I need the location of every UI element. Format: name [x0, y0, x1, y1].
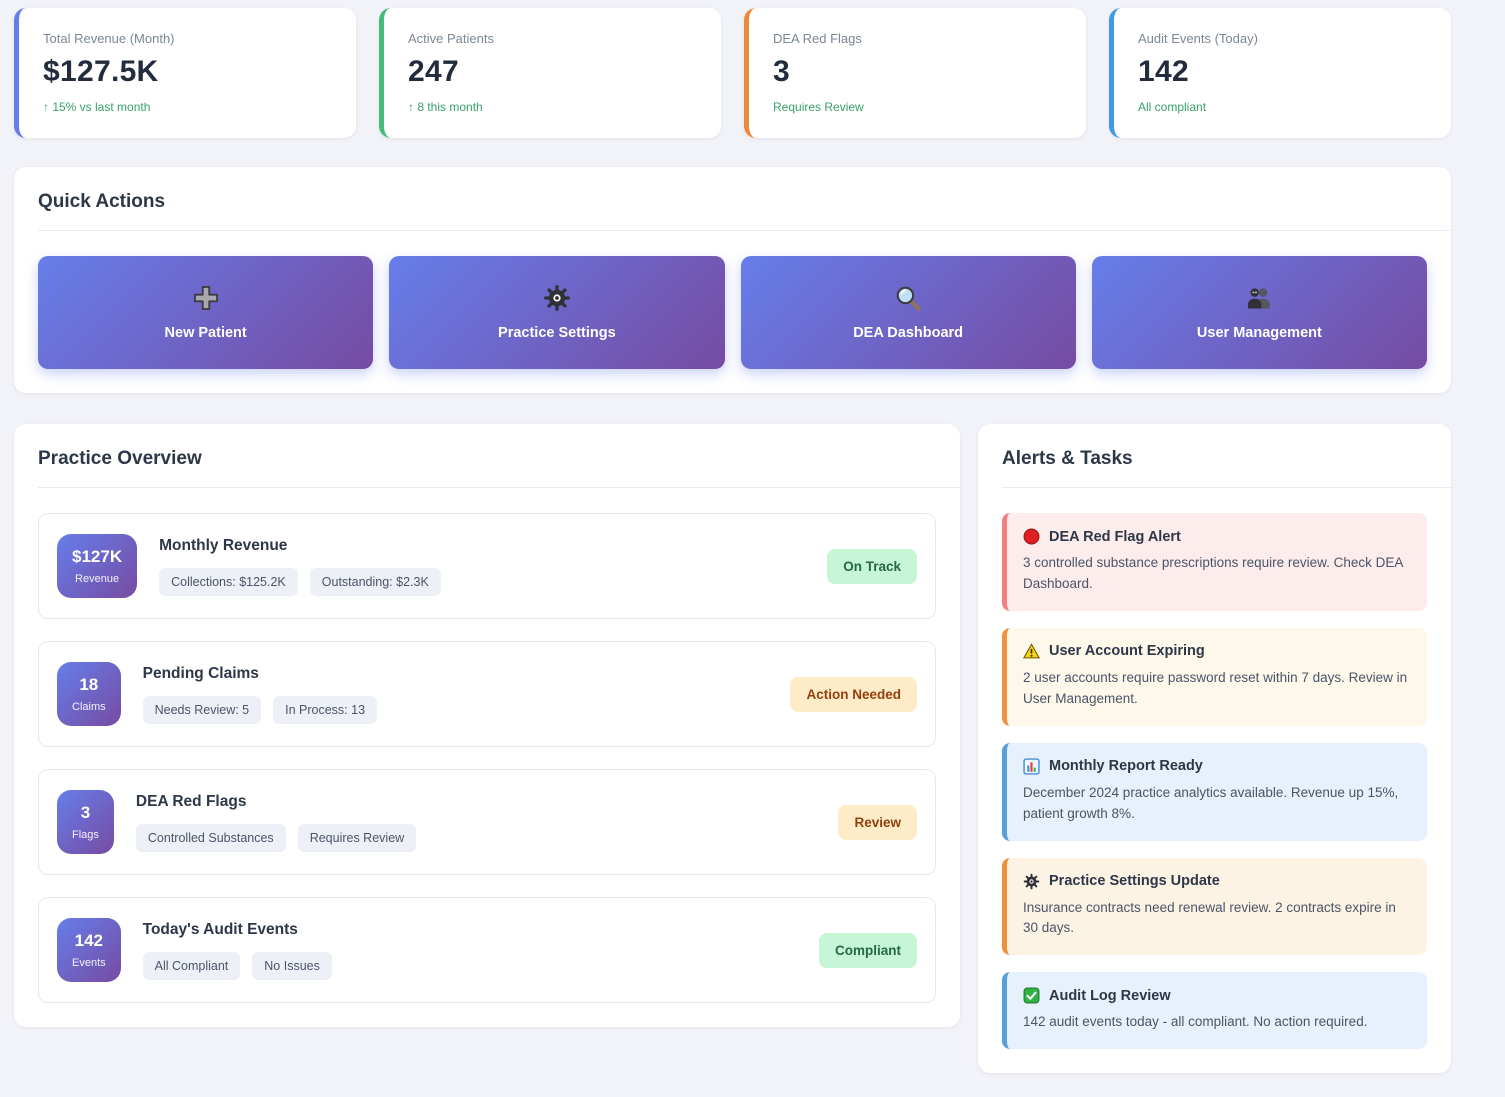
metric-badge: $127K Revenue: [57, 534, 137, 598]
alert-body-text: 3 controlled substance prescriptions req…: [1023, 553, 1411, 595]
quick-action-label: New Patient: [165, 325, 247, 341]
stat-label: Total Revenue (Month): [43, 31, 332, 46]
alert-title-text: DEA Red Flag Alert: [1049, 529, 1181, 545]
stat-card-dea-red-flags: DEA Red Flags 3 Requires Review: [744, 8, 1086, 138]
alert-body-text: Insurance contracts need renewal review.…: [1023, 898, 1411, 940]
metric-badge: 3 Flags: [57, 790, 114, 854]
stat-label: Active Patients: [408, 31, 697, 46]
gear-icon: [543, 284, 571, 312]
alert-title-text: Practice Settings Update: [1049, 873, 1220, 889]
dashboard-page: Total Revenue (Month) $127.5K ↑ 15% vs l…: [0, 0, 1505, 1093]
stat-label: DEA Red Flags: [773, 31, 1062, 46]
metric-unit: Events: [72, 957, 106, 969]
user-management-button[interactable]: User Management: [1092, 256, 1427, 369]
bar-chart-icon: [1023, 758, 1040, 775]
quick-action-label: Practice Settings: [498, 325, 616, 341]
quick-actions-grid: New Patient: [38, 256, 1427, 369]
overview-row-audit-events: 142 Events Today's Audit Events All Comp…: [38, 897, 936, 1003]
metric-value: 18: [72, 675, 106, 695]
status-badge: Review: [838, 805, 917, 840]
quick-action-label: DEA Dashboard: [853, 325, 963, 341]
alerts-list: DEA Red Flag Alert 3 controlled substanc…: [1002, 513, 1427, 1049]
alert-audit-log-review: Audit Log Review 142 audit events today …: [1002, 972, 1427, 1049]
status-badge: Compliant: [819, 933, 917, 968]
alert-monthly-report-ready: Monthly Report Ready December 2024 pract…: [1002, 743, 1427, 841]
stat-card-audit-events: Audit Events (Today) 142 All compliant: [1109, 8, 1451, 138]
practice-settings-button[interactable]: Practice Settings: [389, 256, 724, 369]
alert-title-text: Monthly Report Ready: [1049, 758, 1203, 774]
practice-overview-section: Practice Overview $127K Revenue Monthly …: [14, 424, 960, 1027]
metric-badge: 142 Events: [57, 918, 121, 982]
alert-dea-red-flag: DEA Red Flag Alert 3 controlled substanc…: [1002, 513, 1427, 611]
row-title: Today's Audit Events: [143, 921, 332, 939]
info-chip: Collections: $125.2K: [159, 568, 298, 596]
stat-subtext: ↑ 8 this month: [408, 100, 697, 114]
stat-subtext: All compliant: [1138, 100, 1427, 114]
warning-icon: [1023, 643, 1040, 660]
metric-value: 142: [72, 931, 106, 951]
stat-value: 247: [408, 55, 697, 89]
alert-title-text: User Account Expiring: [1049, 643, 1205, 659]
row-title: Pending Claims: [143, 665, 377, 683]
new-patient-button[interactable]: New Patient: [38, 256, 373, 369]
metric-badge: 18 Claims: [57, 662, 121, 726]
alert-body-text: 2 user accounts require password reset w…: [1023, 668, 1411, 710]
main-columns: Practice Overview $127K Revenue Monthly …: [14, 424, 1451, 1073]
alert-body-text: 142 audit events today - all compliant. …: [1023, 1012, 1411, 1033]
quick-action-label: User Management: [1197, 325, 1322, 341]
row-title: Monthly Revenue: [159, 537, 441, 555]
row-title: DEA Red Flags: [136, 793, 416, 811]
status-badge: Action Needed: [790, 677, 917, 712]
alert-user-account-expiring: User Account Expiring 2 user accounts re…: [1002, 628, 1427, 726]
metric-unit: Flags: [72, 829, 99, 841]
metric-unit: Revenue: [72, 573, 122, 585]
users-icon: [1245, 284, 1273, 312]
alert-practice-settings-update: Practice Settings Update Insurance contr…: [1002, 858, 1427, 956]
stat-value: 3: [773, 55, 1062, 89]
divider: [38, 230, 1451, 231]
alert-body-text: December 2024 practice analytics availab…: [1023, 783, 1411, 825]
info-chip: No Issues: [252, 952, 332, 980]
alert-title-text: Audit Log Review: [1049, 988, 1171, 1004]
stats-row: Total Revenue (Month) $127.5K ↑ 15% vs l…: [14, 8, 1451, 138]
plus-icon: [192, 284, 220, 312]
info-chip: Needs Review: 5: [143, 696, 262, 724]
overview-list: $127K Revenue Monthly Revenue Collection…: [38, 513, 936, 1003]
info-chip: Requires Review: [298, 824, 416, 852]
alerts-tasks-title: Alerts & Tasks: [1002, 448, 1427, 487]
metric-value: $127K: [72, 547, 122, 567]
info-chip: Outstanding: $2.3K: [310, 568, 441, 596]
info-chip: Controlled Substances: [136, 824, 286, 852]
quick-actions-title: Quick Actions: [38, 191, 1427, 230]
stat-card-total-revenue: Total Revenue (Month) $127.5K ↑ 15% vs l…: [14, 8, 356, 138]
overview-row-pending-claims: 18 Claims Pending Claims Needs Review: 5…: [38, 641, 936, 747]
gear-icon: [1023, 873, 1040, 890]
info-chip: All Compliant: [143, 952, 241, 980]
overview-row-dea-red-flags: 3 Flags DEA Red Flags Controlled Substan…: [38, 769, 936, 875]
check-icon: [1023, 987, 1040, 1004]
divider: [1002, 487, 1451, 488]
red-circle-icon: [1023, 528, 1040, 545]
overview-row-monthly-revenue: $127K Revenue Monthly Revenue Collection…: [38, 513, 936, 619]
metric-value: 3: [72, 803, 99, 823]
stat-value: 142: [1138, 55, 1427, 89]
metric-unit: Claims: [72, 701, 106, 713]
stat-subtext: ↑ 15% vs last month: [43, 100, 332, 114]
alerts-tasks-section: Alerts & Tasks DEA Red Flag Alert 3 cont…: [978, 424, 1451, 1073]
info-chip: In Process: 13: [273, 696, 377, 724]
divider: [38, 487, 960, 488]
stat-card-active-patients: Active Patients 247 ↑ 8 this month: [379, 8, 721, 138]
stat-value: $127.5K: [43, 55, 332, 89]
quick-actions-section: Quick Actions New Patient: [14, 167, 1451, 393]
stat-label: Audit Events (Today): [1138, 31, 1427, 46]
magnifier-icon: [894, 284, 922, 312]
stat-subtext: Requires Review: [773, 100, 1062, 114]
dea-dashboard-button[interactable]: DEA Dashboard: [741, 256, 1076, 369]
status-badge: On Track: [827, 549, 917, 584]
practice-overview-title: Practice Overview: [38, 448, 936, 487]
